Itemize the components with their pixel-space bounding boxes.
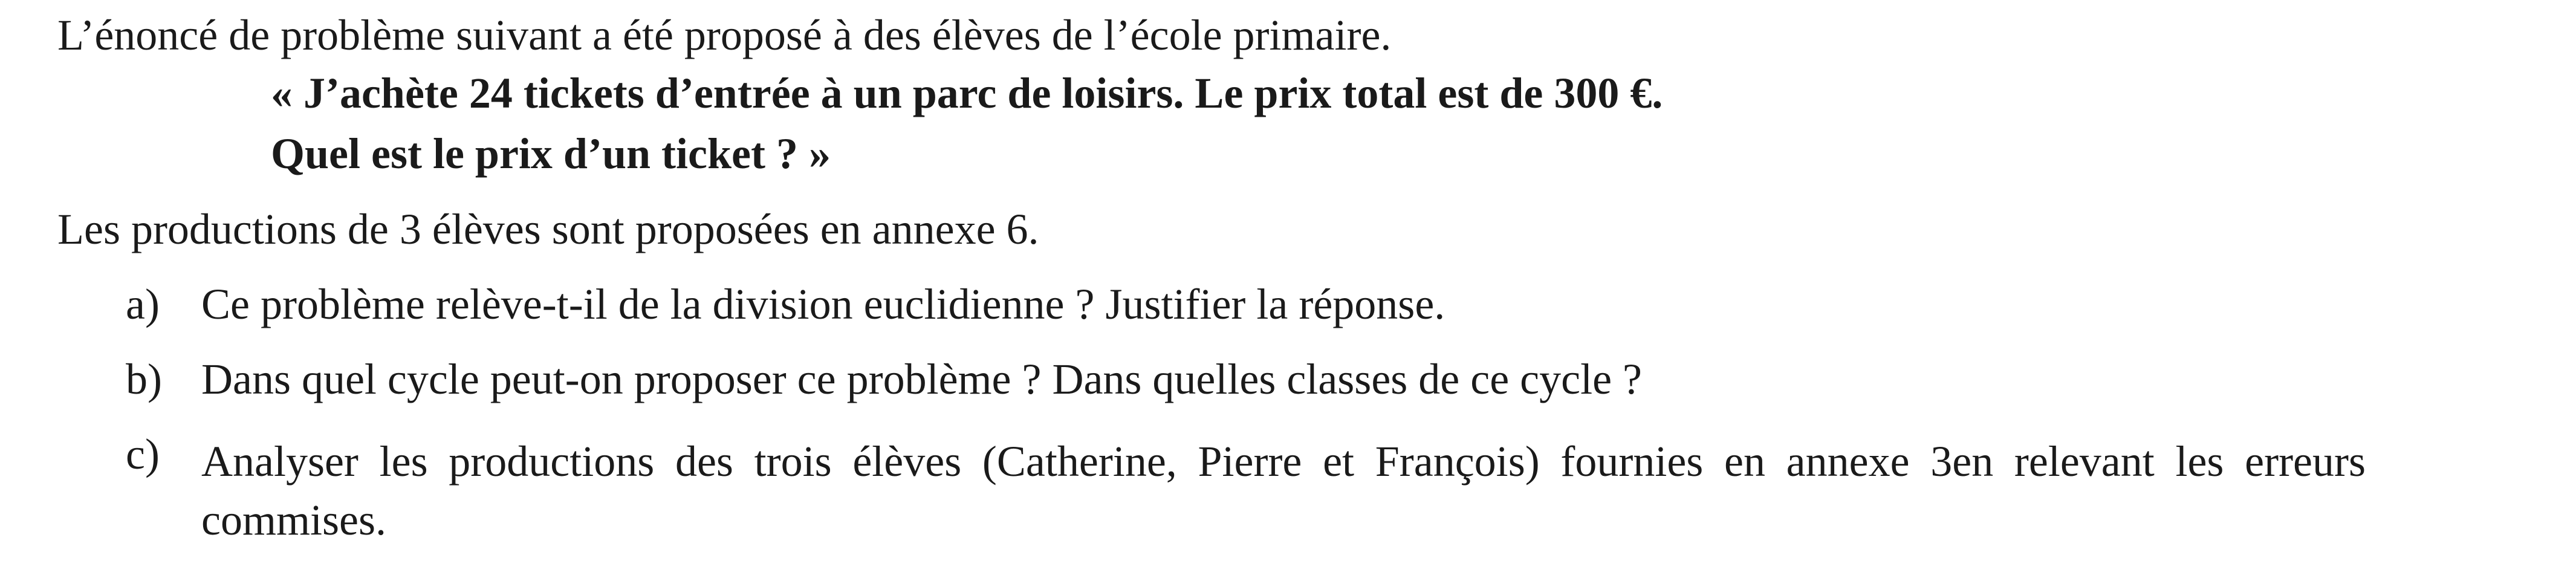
question-a-text: Ce problème relève-t-il de la division e…	[201, 280, 1445, 328]
question-b-text: Dans quel cycle peut-on proposer ce prob…	[201, 355, 1642, 403]
annexe-note: Les productions de 3 élèves sont proposé…	[57, 205, 1039, 253]
intro-paragraph: L’énoncé de problème suivant a été propo…	[57, 11, 1392, 59]
question-a-label: a)	[126, 280, 160, 328]
question-c-text: Analyser les productions des trois élève…	[201, 437, 2366, 544]
question-c-label: c)	[126, 430, 160, 478]
problem-statement-line-2: Quel est le prix d’un ticket ? »	[271, 129, 831, 178]
question-b-label: b)	[126, 355, 162, 403]
problem-statement-line-1: « J’achète 24 tickets d’entrée à un parc…	[271, 69, 1663, 117]
document-page: L’énoncé de problème suivant a été propo…	[0, 0, 2576, 569]
